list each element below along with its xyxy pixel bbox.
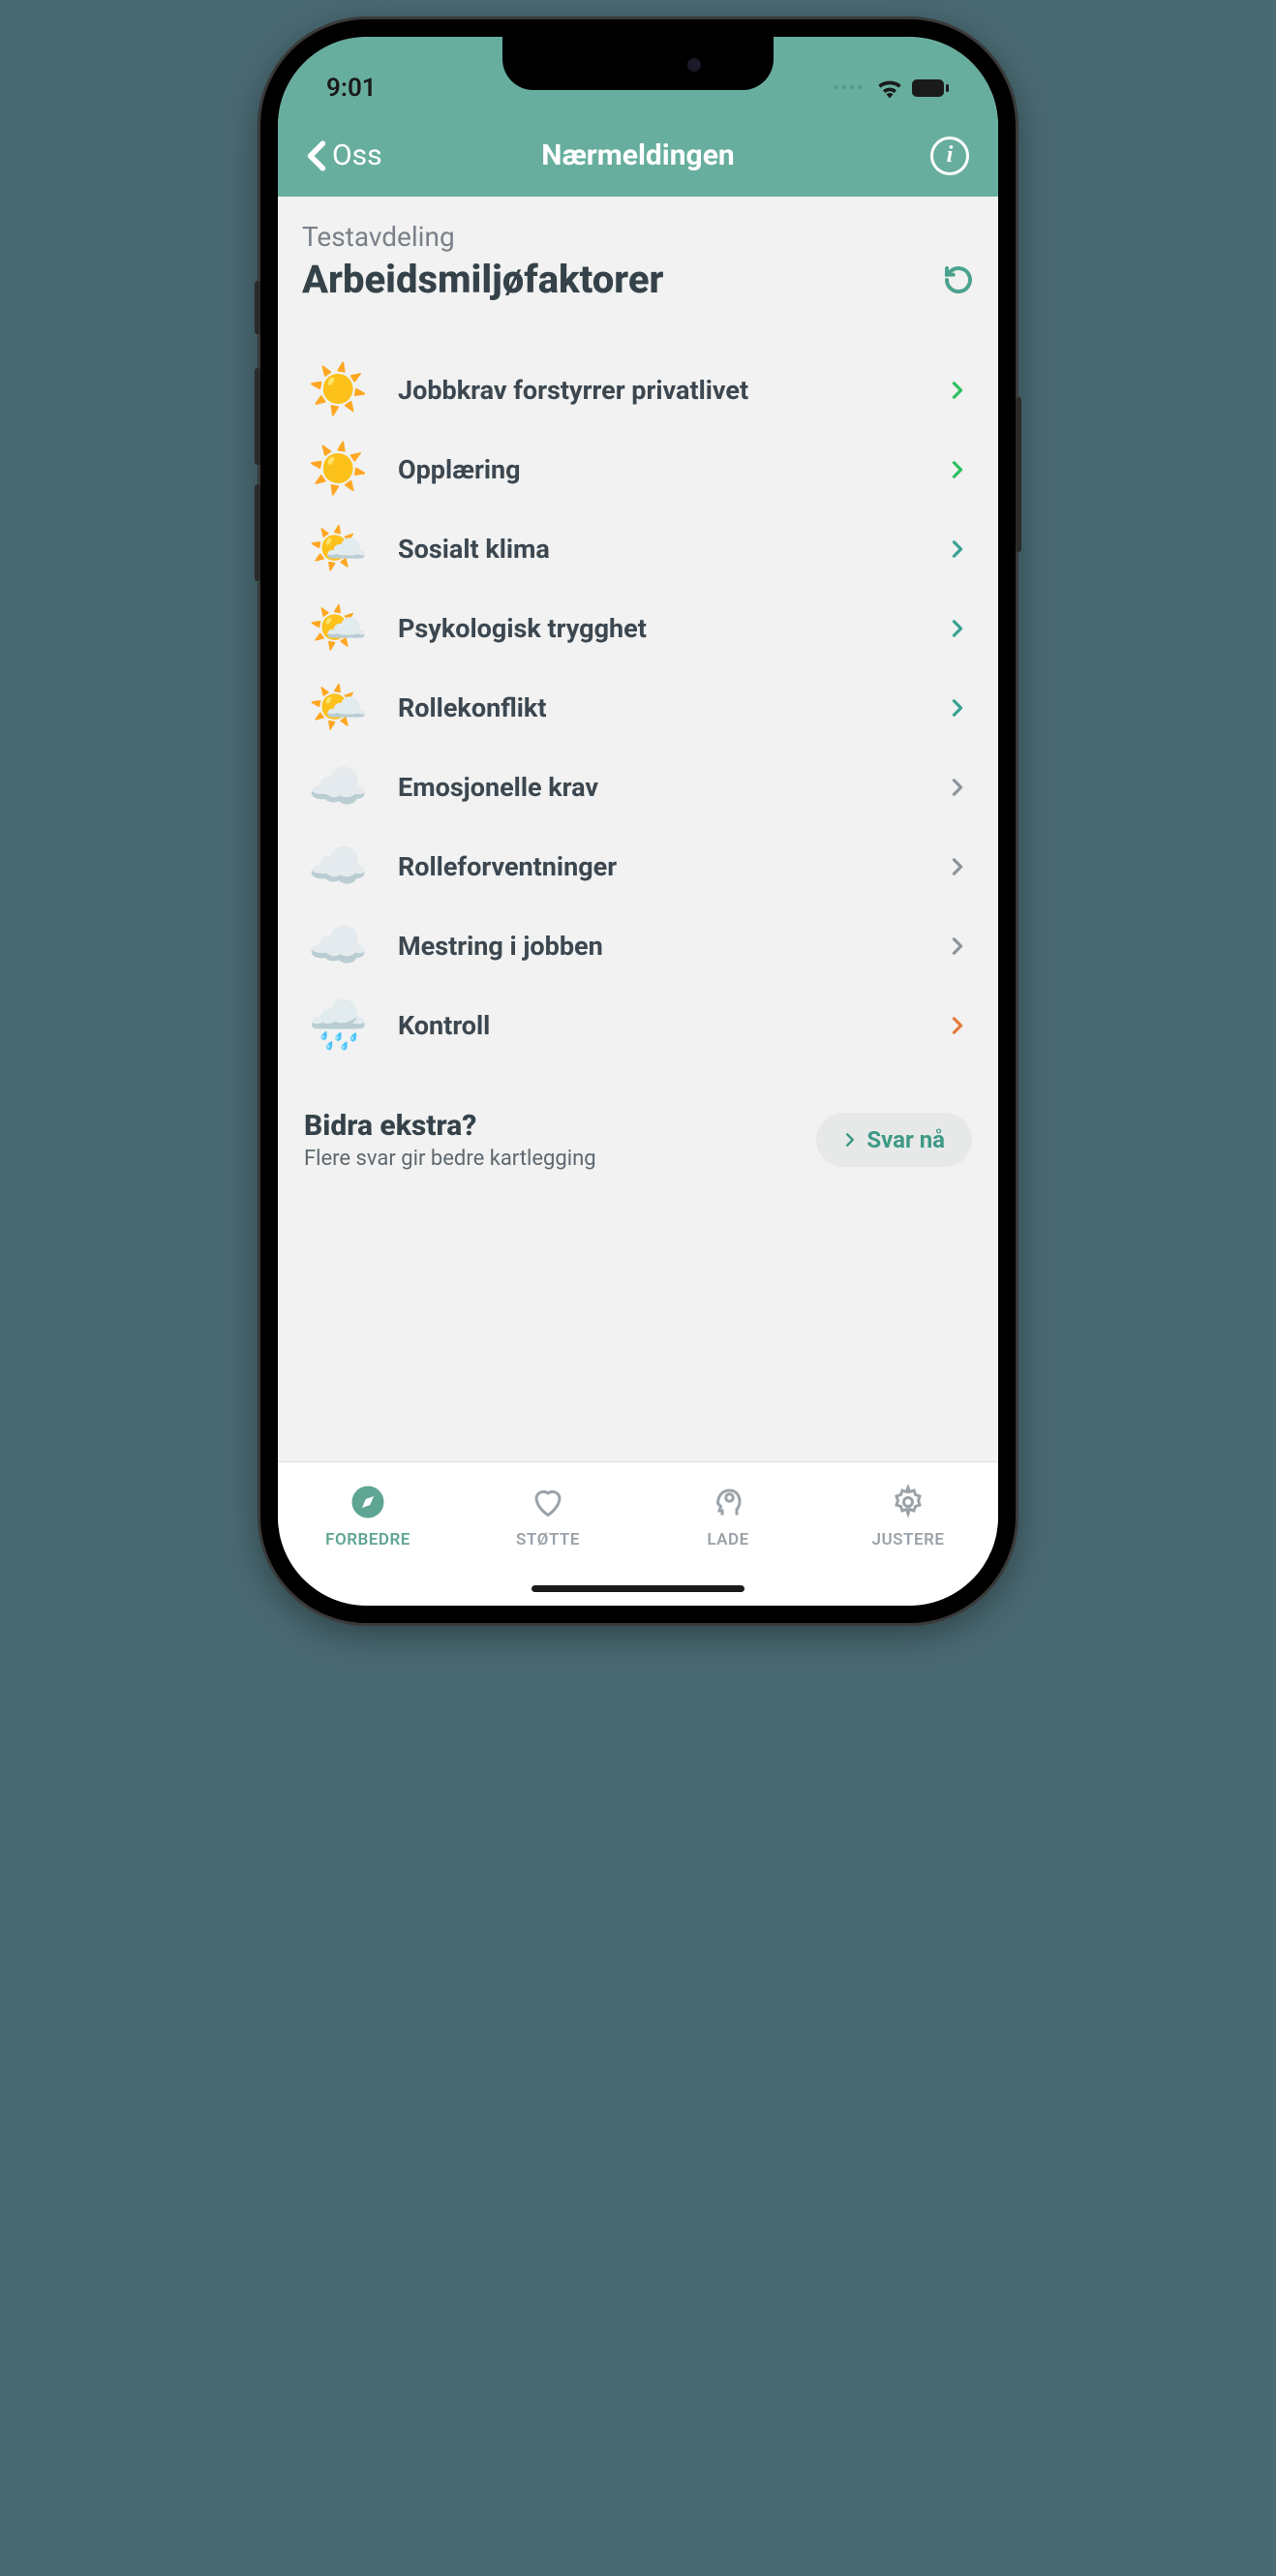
factor-item[interactable]: ☁️ Rolleforventninger: [302, 827, 974, 906]
factor-list: ☀️ Jobbkrav forstyrrer privatlivet ☀️ Op…: [302, 351, 974, 1065]
refresh-icon[interactable]: [943, 264, 974, 295]
chevron-right-icon: [843, 1133, 857, 1147]
page-subtitle: Testavdeling: [302, 221, 974, 253]
battery-icon: [911, 78, 950, 98]
chevron-right-icon: [949, 382, 966, 399]
factor-label: Psykologisk trygghet: [398, 613, 926, 644]
volume-down-button: [255, 484, 260, 581]
cloud-icon: ☁️: [302, 922, 375, 970]
tab-bar: FORBEDRE STØTTE LADE JUSTERE: [278, 1462, 998, 1606]
page-title: Arbeidsmiljøfaktorer: [302, 257, 663, 302]
tab-støtte[interactable]: STØTTE: [458, 1462, 638, 1572]
factor-item[interactable]: 🌤️ Sosialt klima: [302, 509, 974, 589]
content: Testavdeling Arbeidsmiljøfaktorer ☀️ Job…: [278, 197, 998, 1200]
extra-subtitle: Flere svar gir bedre kartlegging: [304, 1147, 596, 1171]
factor-item[interactable]: 🌤️ Rollekonflikt: [302, 668, 974, 748]
status-dots-icon: ●●●●: [834, 82, 865, 93]
compass-icon: [350, 1485, 385, 1524]
tab-forbedre[interactable]: FORBEDRE: [278, 1462, 458, 1572]
cloud-icon: ☁️: [302, 843, 375, 891]
svar-button[interactable]: Svar nå: [816, 1113, 972, 1167]
factor-item[interactable]: 🌤️ Psykologisk trygghet: [302, 589, 974, 668]
svar-button-label: Svar nå: [866, 1126, 945, 1153]
chevron-right-icon: [949, 858, 966, 875]
notch: [502, 37, 774, 90]
chevron-left-icon: [307, 140, 326, 171]
app-header: Oss Nærmeldingen i: [278, 114, 998, 197]
wifi-icon: [876, 77, 903, 99]
sun-icon: ☀️: [302, 445, 375, 494]
factor-label: Jobbkrav forstyrrer privatlivet: [398, 375, 926, 406]
home-indicator: [532, 1585, 744, 1592]
side-button: [255, 281, 260, 334]
tab-label: FORBEDRE: [325, 1530, 410, 1549]
chevron-right-icon: [949, 1017, 966, 1034]
extra-title: Bidra ekstra?: [304, 1109, 596, 1143]
factor-item[interactable]: ☀️ Jobbkrav forstyrrer privatlivet: [302, 351, 974, 430]
chevron-right-icon: [949, 699, 966, 717]
tab-lade[interactable]: LADE: [638, 1462, 818, 1572]
factor-item[interactable]: ☁️ Emosjonelle krav: [302, 748, 974, 827]
chevron-right-icon: [949, 461, 966, 478]
partly-icon: 🌤️: [302, 525, 375, 573]
factor-label: Kontroll: [398, 1010, 926, 1041]
cloud-icon: ☁️: [302, 763, 375, 812]
tab-label: LADE: [707, 1530, 748, 1549]
partly-icon: 🌤️: [302, 604, 375, 653]
factor-label: Sosialt klima: [398, 534, 926, 565]
chevron-right-icon: [949, 540, 966, 558]
back-button[interactable]: Oss: [307, 138, 382, 172]
volume-up-button: [255, 368, 260, 465]
chevron-right-icon: [949, 620, 966, 637]
sun-icon: ☀️: [302, 366, 375, 414]
phone-frame: 9:01 ●●●● Oss Nærmeldingen i Testavdelin…: [260, 19, 1016, 1623]
factor-label: Mestring i jobben: [398, 931, 926, 962]
factor-label: Rollekonflikt: [398, 692, 926, 723]
tab-justere[interactable]: JUSTERE: [818, 1462, 998, 1572]
status-time: 9:01: [326, 74, 377, 103]
rain-icon: 🌧️: [302, 1001, 375, 1050]
factor-item[interactable]: ☀️ Opplæring: [302, 430, 974, 509]
gear-icon: [891, 1485, 926, 1524]
factor-item[interactable]: 🌧️ Kontroll: [302, 986, 974, 1065]
factor-item[interactable]: ☁️ Mestring i jobben: [302, 906, 974, 986]
tab-label: STØTTE: [516, 1530, 580, 1549]
head-icon: [711, 1485, 745, 1524]
tab-label: JUSTERE: [872, 1530, 945, 1549]
heart-icon: [531, 1485, 565, 1524]
extra-section: Bidra ekstra? Flere svar gir bedre kartl…: [302, 1109, 974, 1200]
back-label: Oss: [332, 138, 382, 172]
partly-icon: 🌤️: [302, 684, 375, 732]
chevron-right-icon: [949, 937, 966, 955]
info-button[interactable]: i: [930, 137, 969, 175]
status-icons: ●●●●: [834, 77, 950, 99]
header-title: Nærmeldingen: [541, 138, 734, 172]
factor-label: Rolleforventninger: [398, 851, 926, 882]
factor-label: Opplæring: [398, 454, 926, 485]
chevron-right-icon: [949, 779, 966, 796]
factor-label: Emosjonelle krav: [398, 772, 926, 803]
power-button: [1016, 397, 1021, 552]
